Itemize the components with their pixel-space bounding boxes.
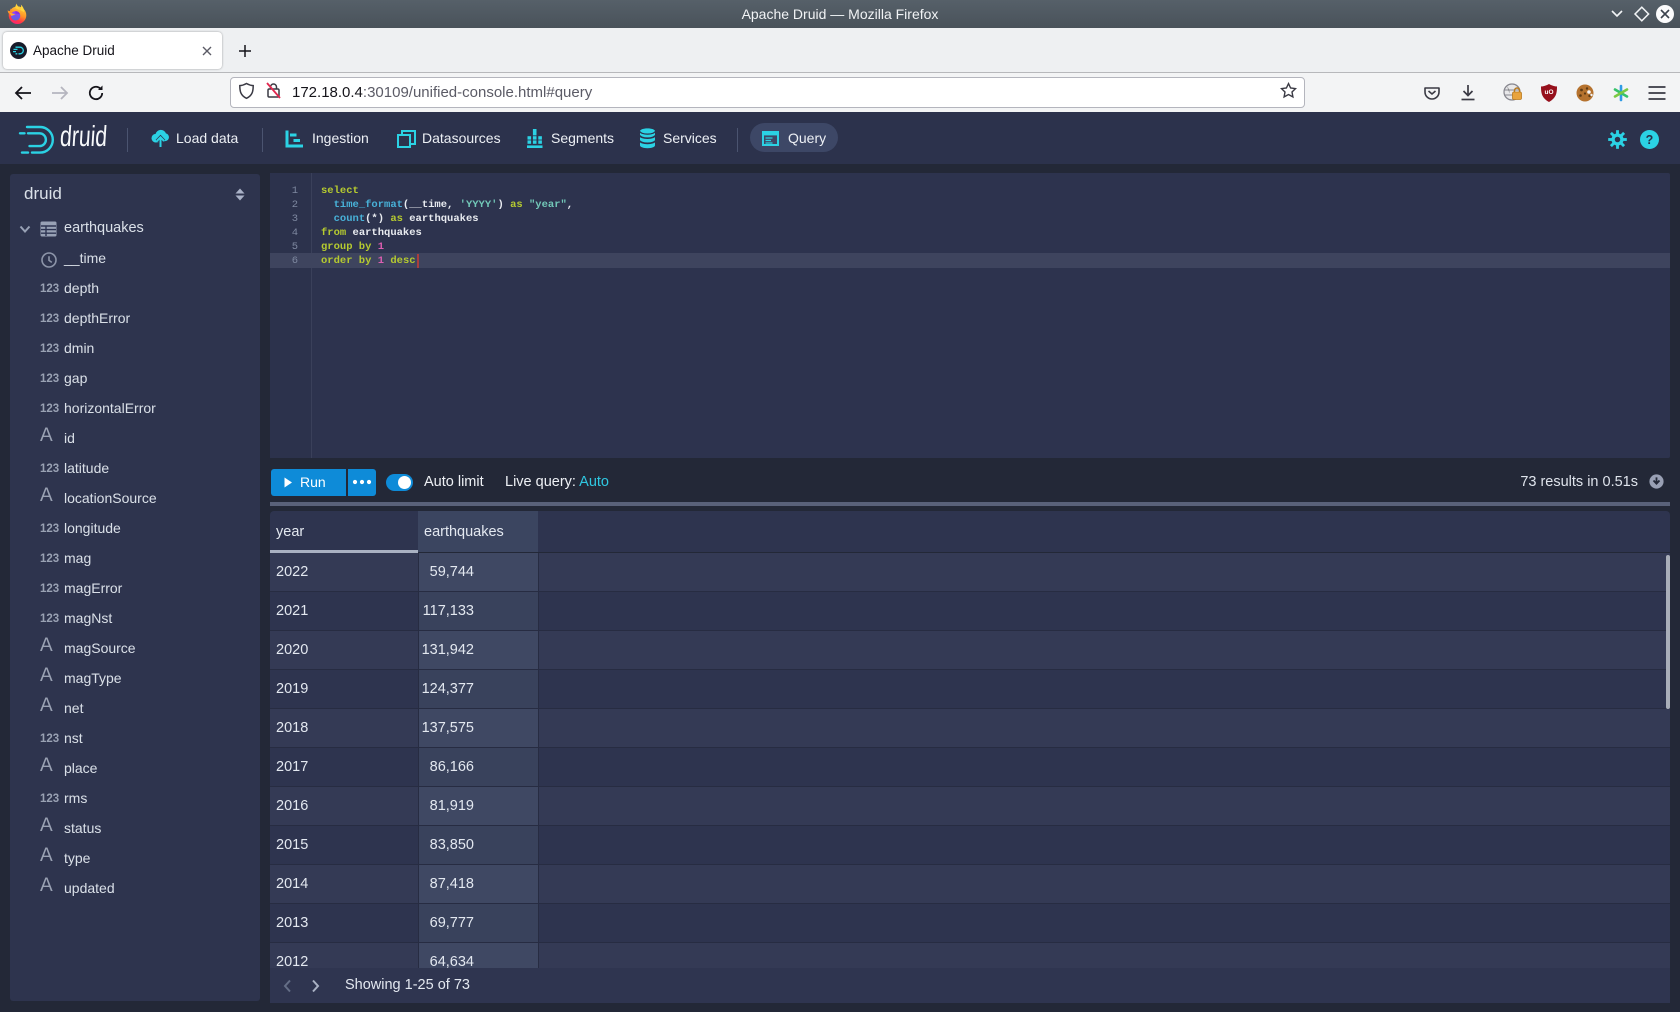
svg-text:uO: uO [1544,89,1553,96]
svg-text:?: ? [1646,133,1654,147]
